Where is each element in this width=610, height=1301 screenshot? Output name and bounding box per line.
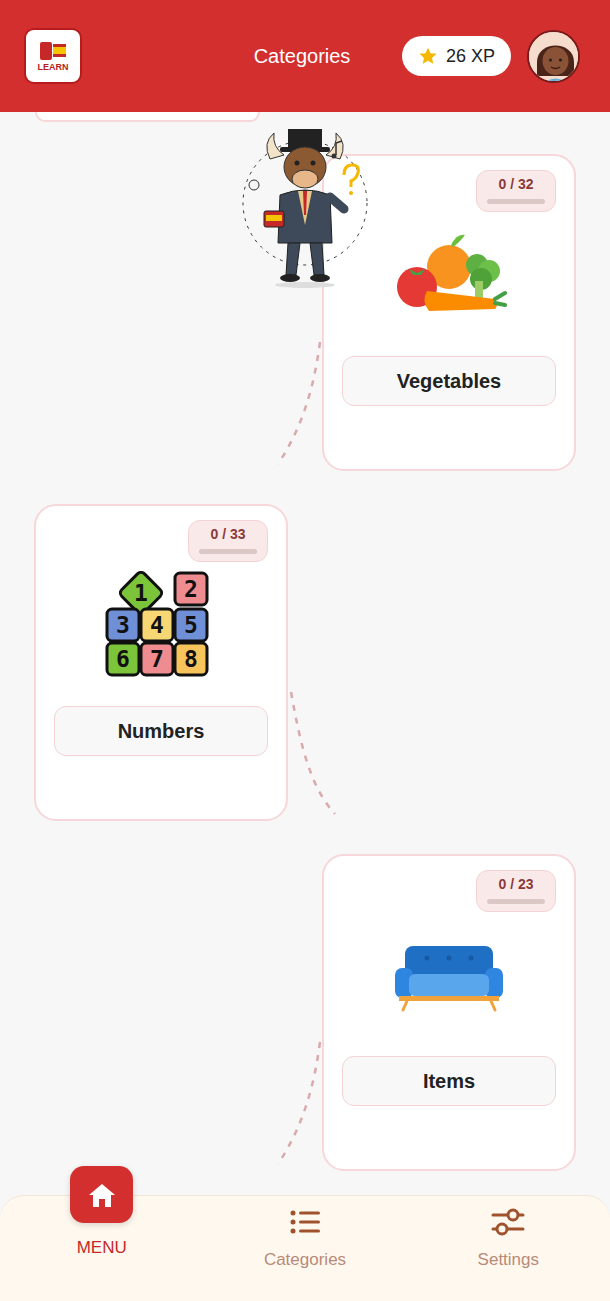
category-card[interactable]: 0 / 32 Vegetables	[322, 154, 576, 471]
nav-label: Categories	[264, 1247, 346, 1273]
bottom-nav: MENU Categories Settings	[0, 1195, 610, 1301]
nav-icon-box	[285, 1204, 325, 1240]
digit-label: 5	[184, 612, 198, 638]
logo-icon	[38, 40, 68, 62]
nav-label: Settings	[478, 1247, 539, 1273]
nav-icon-box	[488, 1204, 528, 1240]
app-header: LEARN Categories 26 XP	[0, 0, 610, 112]
digit-label: 7	[150, 646, 164, 672]
progress-text: 0 / 33	[210, 526, 245, 543]
xp-text: 26 XP	[446, 43, 495, 70]
progress-track	[487, 899, 545, 904]
category-row: 0 / 3312345678Numbers	[0, 504, 610, 821]
category-picture	[389, 918, 509, 1036]
category-card[interactable]	[35, 112, 260, 122]
sliders-icon	[491, 1207, 525, 1237]
progress-badge: 0 / 33	[188, 520, 268, 562]
digit-label: 2	[184, 576, 198, 602]
progress-text: 0 / 23	[498, 876, 533, 893]
logo-text: LEARN	[38, 63, 69, 72]
path-line	[270, 1038, 330, 1168]
category-picture: 12345678	[101, 568, 221, 686]
category-button[interactable]: Numbers	[54, 706, 268, 756]
digit-label: 3	[116, 612, 130, 638]
nav-item[interactable]: Settings	[407, 1196, 610, 1301]
avatar-icon[interactable]	[527, 30, 580, 83]
nav-icon-box	[70, 1166, 133, 1223]
nav-item[interactable]: Categories	[203, 1196, 406, 1301]
nav-item[interactable]: MENU	[0, 1196, 203, 1301]
sofa-icon	[391, 942, 507, 1012]
list-icon	[289, 1209, 321, 1235]
digit-label: 6	[116, 646, 130, 672]
category-card[interactable]: 0 / 3312345678Numbers	[34, 504, 288, 821]
xp-counter: 26 XP	[402, 36, 511, 76]
path-line	[270, 338, 330, 468]
category-path: 0 / 32Vegetables0 / 3312345678Numbers0 /…	[0, 112, 610, 1195]
category-card[interactable]: 0 / 23 Items	[322, 854, 576, 1171]
category-button[interactable]: Vegetables	[342, 356, 556, 406]
progress-track	[199, 549, 257, 554]
star-icon	[418, 46, 438, 66]
path-line	[287, 688, 347, 818]
digit-label: 4	[150, 612, 164, 638]
category-row: 0 / 32 Vegetables	[0, 154, 610, 471]
vegetables-icon	[391, 229, 507, 325]
category-button[interactable]: Items	[342, 1056, 556, 1106]
digit-label: 1	[134, 580, 148, 606]
category-picture	[389, 218, 509, 336]
progress-badge: 0 / 32	[476, 170, 556, 212]
app-logo[interactable]: LEARN	[24, 28, 82, 84]
progress-badge: 0 / 23	[476, 870, 556, 912]
number-blocks-icon: 12345678	[105, 571, 217, 683]
nav-label: MENU	[77, 1235, 127, 1261]
home-icon	[87, 1181, 117, 1209]
page-title: Categories	[254, 41, 351, 71]
digit-label: 8	[184, 646, 198, 672]
bull-mascot-icon	[240, 125, 370, 290]
progress-text: 0 / 32	[498, 176, 533, 193]
progress-track	[487, 199, 545, 204]
category-row: 0 / 23 Items	[0, 854, 610, 1171]
